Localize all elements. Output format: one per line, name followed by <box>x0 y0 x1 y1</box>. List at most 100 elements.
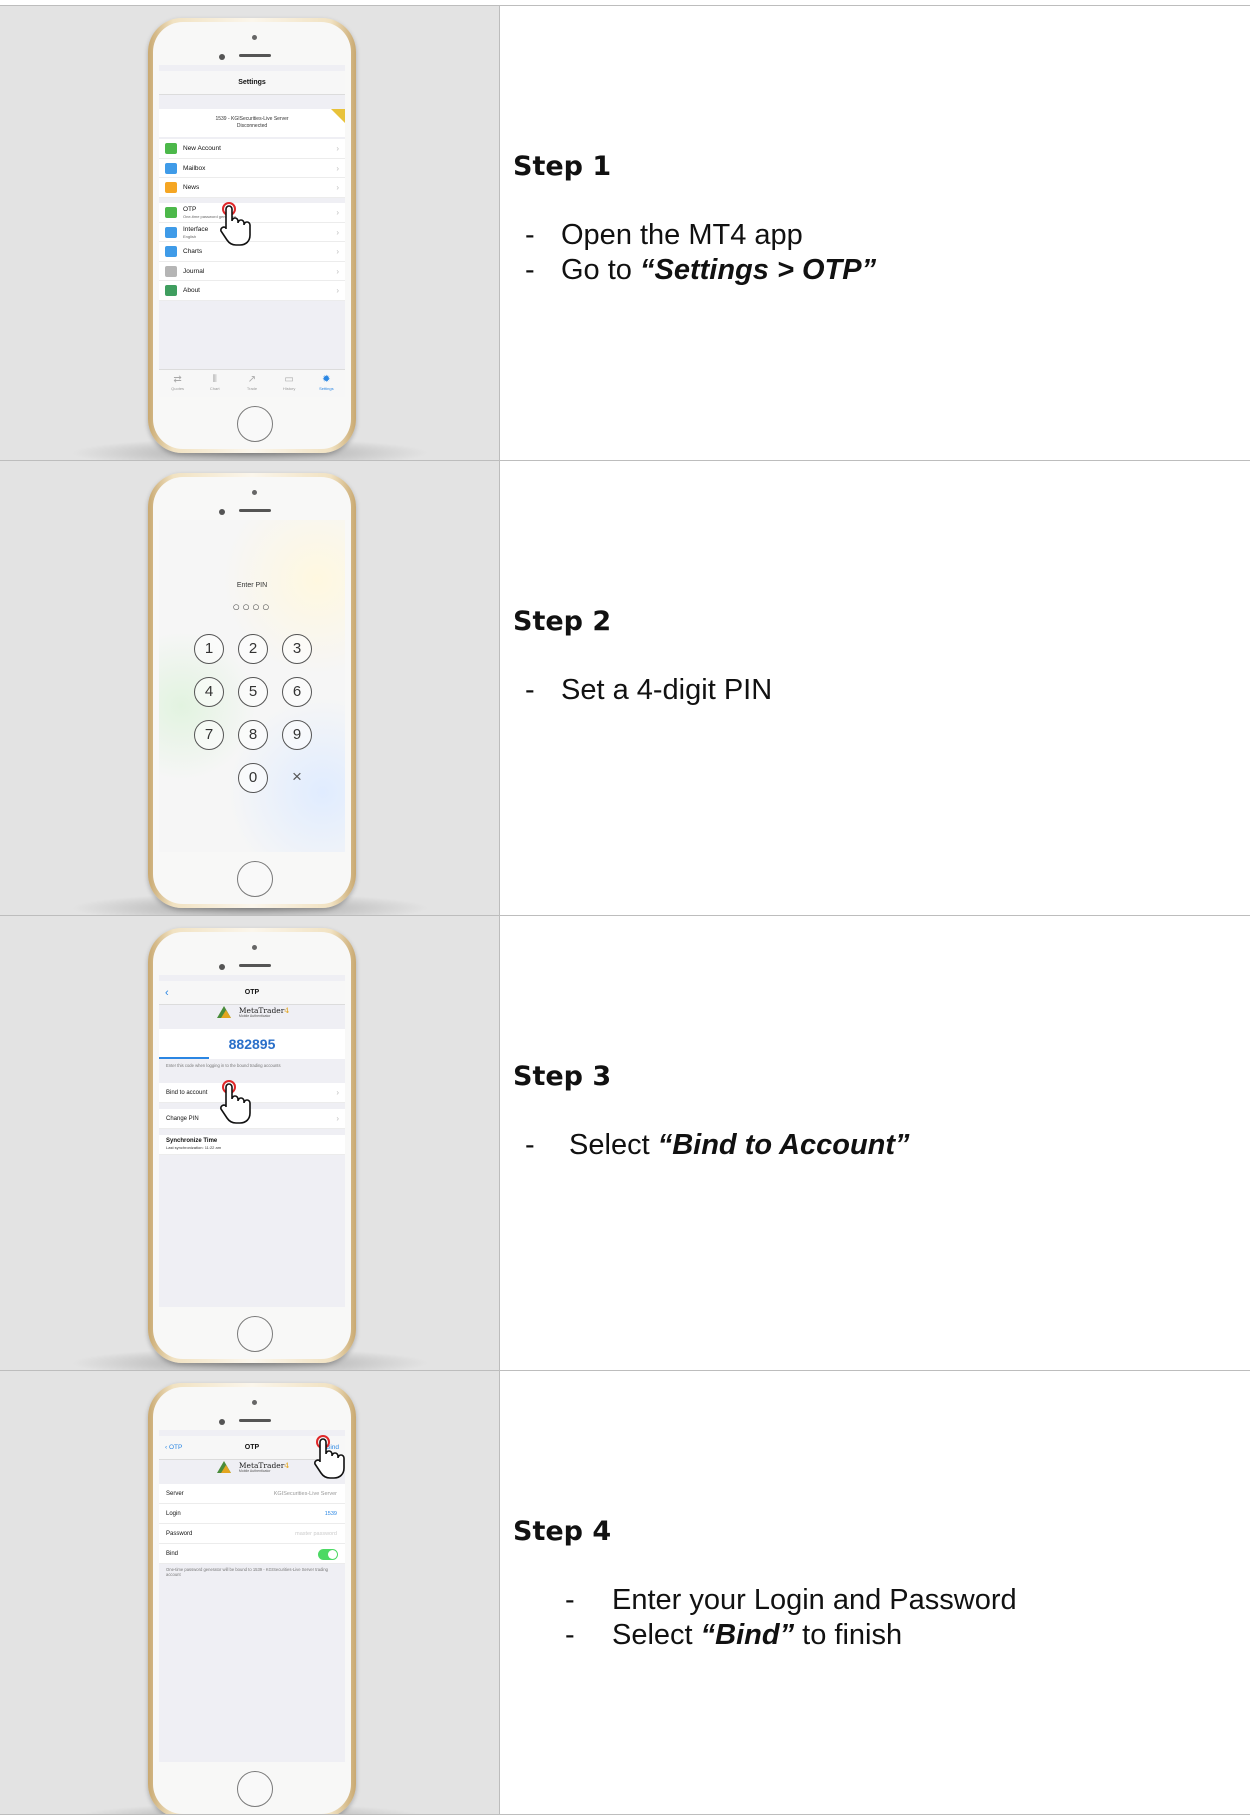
interface-icon <box>165 226 177 238</box>
step-4-row: ‹ OTP OTP Bind MetaTrader4 Mobile Authent… <box>0 1370 1250 1815</box>
step-3-text: Step 3 - Select “Bind to Account” <box>500 916 1250 1370</box>
mailbox-icon <box>165 162 177 174</box>
pin-key-9[interactable]: 9 <box>282 720 312 750</box>
code-timer-bar <box>159 1057 209 1059</box>
login-field[interactable]: Login 1539 <box>159 1504 345 1524</box>
charts-icon <box>165 246 177 257</box>
menu-item-about[interactable]: About › <box>159 281 345 301</box>
tab-trade[interactable]: ↗ Trade <box>237 374 267 397</box>
tab-history[interactable]: ▭ History <box>274 374 304 397</box>
phone: ‹ OTP MetaTrader4 Mobile Authenticator 88… <box>148 928 356 1363</box>
pin-key-7[interactable]: 7 <box>194 720 224 750</box>
metatrader-logo: MetaTrader4 Mobile Authenticator <box>159 1005 345 1027</box>
synchronize-time-item[interactable]: Synchronize Time Last synchronization: 11… <box>159 1135 345 1155</box>
phone: Enter PIN ○○○○ 1 2 3 4 5 6 7 8 9 0 × <box>148 473 356 908</box>
instruction-line: - Select “Bind to Account” <box>525 1129 910 1161</box>
step-title: Step 2 <box>513 606 612 637</box>
tab-settings[interactable]: ✹ Settings <box>311 374 341 397</box>
phone: Settings 1539 - KGISecurities-Live Serve… <box>148 18 356 453</box>
pin-key-6[interactable]: 6 <box>282 677 312 707</box>
journal-icon <box>165 265 177 277</box>
home-button <box>237 406 273 442</box>
menu-item-news[interactable]: News › <box>159 178 345 198</box>
menu-item-mailbox[interactable]: Mailbox › <box>159 159 345 178</box>
new-account-icon <box>165 143 177 154</box>
news-icon <box>165 182 177 193</box>
delete-icon[interactable]: × <box>292 767 302 787</box>
instruction-line: - Select “Bind” to finish <box>565 1619 903 1651</box>
instruction-line: - Set a 4-digit PIN <box>525 674 773 706</box>
step-instructions: - Open the MT4 app - Go to “Settings > OTP… <box>525 218 876 288</box>
step-title: Step 4 <box>513 1516 612 1547</box>
home-button <box>237 1771 273 1807</box>
otp-note: Enter this code when logging in to the b… <box>166 1063 281 1068</box>
step-instructions: - Set a 4-digit PIN <box>525 673 772 708</box>
step-1-text: Step 1 - Open the MT4 app - Go to “Setting… <box>500 6 1250 460</box>
tab-chart[interactable]: ⫴ Chart <box>200 374 230 397</box>
pin-key-0[interactable]: 0 <box>238 763 268 793</box>
metatrader-logo-icon <box>216 1006 231 1018</box>
phone: ‹ OTP OTP Bind MetaTrader4 Mobile Authent… <box>148 1383 356 1814</box>
tab-quotes[interactable]: ⇄ Quotes <box>163 374 193 397</box>
step-3-image: ‹ OTP MetaTrader4 Mobile Authenticator 88… <box>0 916 500 1370</box>
about-icon <box>165 285 177 296</box>
step-2-image: Enter PIN ○○○○ 1 2 3 4 5 6 7 8 9 0 × <box>0 461 500 915</box>
step-instructions: - Select “Bind to Account” <box>525 1128 910 1163</box>
settings-screen: Settings 1539 - KGISecurities-Live Serve… <box>159 65 345 397</box>
chart-icon: ⫴ <box>212 374 217 385</box>
menu-item-journal[interactable]: Journal › <box>159 262 345 281</box>
screen-title: OTP <box>244 989 260 996</box>
step-2-row: Enter PIN ○○○○ 1 2 3 4 5 6 7 8 9 0 × Ste… <box>0 460 1250 915</box>
server-field[interactable]: Server KGISecurities-Live Server <box>159 1484 345 1504</box>
tap-hand-icon <box>215 201 255 247</box>
otp-icon <box>165 207 177 218</box>
trade-icon: ↗ <box>247 374 257 385</box>
history-icon: ▭ <box>284 374 294 385</box>
home-button <box>237 1316 273 1352</box>
otp-screen: ‹ OTP MetaTrader4 Mobile Authenticator 88… <box>159 975 345 1307</box>
step-3-row: ‹ OTP MetaTrader4 Mobile Authenticator 88… <box>0 915 1250 1370</box>
nav-bar: ‹ OTP <box>159 981 345 1005</box>
bind-screen: ‹ OTP OTP Bind MetaTrader4 Mobile Authent… <box>159 1430 345 1762</box>
pin-key-4[interactable]: 4 <box>194 677 224 707</box>
bind-note: One-time password generator will be boun… <box>166 1567 328 1577</box>
menu-item-new-account[interactable]: New Account › <box>159 139 345 159</box>
settings-group-1: New Account › Mailbox › News › <box>159 139 345 198</box>
server-status[interactable]: 1539 - KGISecurities-Live Server Disconn… <box>159 109 345 137</box>
tap-hand-icon <box>215 1079 255 1125</box>
tab-bar: ⇄ Quotes ⫴ Chart ↗ Trade ▭ History ✹ Settings <box>159 369 345 397</box>
instruction-line: - Enter your Login and Password <box>565 1584 1017 1616</box>
back-button[interactable]: ‹ OTP <box>165 1436 182 1460</box>
settings-icon: ✹ <box>322 374 331 385</box>
screen-title: Settings <box>159 71 345 95</box>
pin-key-3[interactable]: 3 <box>282 634 312 664</box>
setup-guide: Settings 1539 - KGISecurities-Live Serve… <box>0 0 1250 1815</box>
step-1-image: Settings 1539 - KGISecurities-Live Serve… <box>0 6 500 460</box>
screen-title: OTP <box>244 1444 260 1451</box>
step-2-text: Step 2 - Set a 4-digit PIN <box>500 461 1250 915</box>
step-instructions: - Enter your Login and Password - Select “… <box>565 1583 1017 1653</box>
bind-toggle-row: Bind <box>159 1544 345 1564</box>
step-4-text: Step 4 - Enter your Login and Password -S… <box>500 1371 1250 1814</box>
step-4-image: ‹ OTP OTP Bind MetaTrader4 Mobile Authent… <box>0 1371 500 1814</box>
step-title: Step 3 <box>513 1061 612 1092</box>
step-title: Step 1 <box>513 151 612 182</box>
instruction-line: - Open the MT4 app <box>525 219 803 251</box>
pin-key-5[interactable]: 5 <box>238 677 268 707</box>
step-1-row: Settings 1539 - KGISecurities-Live Serve… <box>0 5 1250 460</box>
back-button[interactable]: ‹ <box>165 981 169 1005</box>
pin-screen: Enter PIN ○○○○ 1 2 3 4 5 6 7 8 9 0 × <box>159 520 345 852</box>
quotes-icon: ⇄ <box>173 374 182 385</box>
instruction-line: - Go to “Settings > OTP” <box>525 254 877 286</box>
bind-toggle[interactable] <box>318 1549 338 1560</box>
tap-hand-icon <box>309 1434 345 1480</box>
pin-key-2[interactable]: 2 <box>238 634 268 664</box>
pin-dots: ○○○○ <box>232 599 272 614</box>
pin-key-8[interactable]: 8 <box>238 720 268 750</box>
home-button <box>237 861 273 897</box>
password-field[interactable]: Password master password <box>159 1524 345 1544</box>
metatrader-logo-icon <box>216 1461 231 1473</box>
otp-code: 882895 <box>159 1029 345 1059</box>
pin-label: Enter PIN <box>236 582 268 589</box>
pin-key-1[interactable]: 1 <box>194 634 224 664</box>
